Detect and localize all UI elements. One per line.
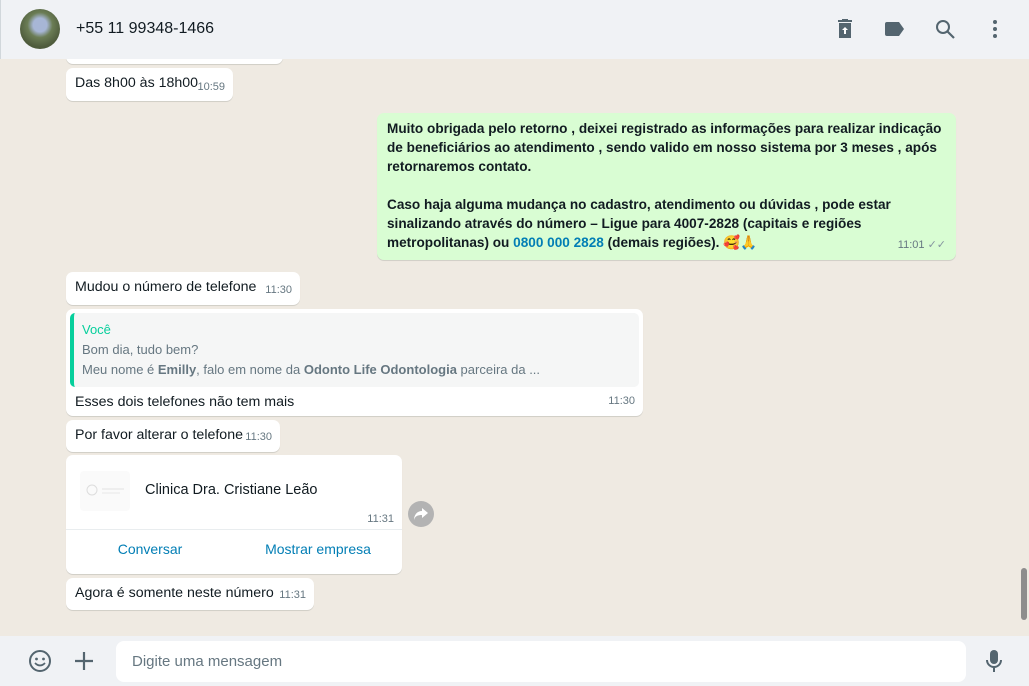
message-bubble: Mudou o número de telefone 11:30 (66, 272, 300, 305)
scrollbar-thumb[interactable] (1021, 568, 1027, 620)
show-business-button[interactable]: Mostrar empresa (234, 540, 402, 559)
message-time: 10:59 (197, 81, 225, 93)
quote-author: Você (82, 322, 111, 337)
reply-message-bubble: Você Bom dia, tudo bem? Meu nome é Emill… (66, 309, 643, 416)
message-time: 11:30 (245, 431, 272, 443)
outgoing-message-bubble: Muito obrigada pelo retorno , deixei reg… (377, 113, 956, 260)
message-list: Das 8h00 às 18h00 10:59 Muito obrigada p… (0, 59, 1020, 636)
message-bubble: Agora é somente neste número 11:31 (66, 578, 314, 610)
delete-upload-icon[interactable] (833, 17, 857, 41)
composer: Digite uma mensagem (0, 636, 1029, 686)
quote-line: Meu nome é Emilly, falo em nome da Odont… (82, 360, 631, 380)
menu-icon[interactable] (983, 17, 1007, 41)
plus-icon[interactable] (72, 649, 96, 673)
contact-card: Clinica Dra. Cristiane Leão 11:31 Conver… (66, 455, 402, 574)
quote-text: , falo em nome da (196, 362, 304, 377)
contact-logo (80, 471, 130, 511)
double-check-icon: ✓✓ (927, 239, 946, 251)
message-time: 11:01 ✓✓ (898, 236, 946, 255)
contact-name[interactable]: +55 11 99348-1466 (76, 20, 214, 38)
avatar[interactable] (20, 9, 60, 49)
contact-card-name[interactable]: Clinica Dra. Cristiane Leão (145, 481, 317, 500)
scrollbar[interactable] (1020, 59, 1029, 636)
time-text: 11:01 (897, 239, 925, 251)
quote-line: Bom dia, tudo bem? (82, 342, 199, 357)
conversar-button[interactable]: Conversar (66, 540, 234, 559)
message-input[interactable]: Digite uma mensagem (116, 641, 966, 682)
message-bubble: Por favor alterar o telefone 11:30 (66, 420, 280, 452)
chat-header: +55 11 99348-1466 (0, 0, 1029, 59)
search-icon[interactable] (933, 17, 957, 41)
quote-text: parceira da ... (456, 362, 541, 377)
emoji-icon[interactable] (28, 649, 52, 673)
message-bubble: Das 8h00 às 18h00 10:59 (66, 68, 233, 101)
quoted-message[interactable]: Você Bom dia, tudo bem? Meu nome é Emill… (70, 313, 639, 387)
quote-text: Meu nome é (82, 362, 158, 377)
message-time: 11:30 (608, 395, 635, 407)
quote-bold: Odonto Life Odontologia (303, 362, 457, 377)
message-time: 11:31 (367, 513, 394, 525)
message-time: 11:31 (279, 589, 306, 601)
message-text: Agora é somente neste número (75, 585, 274, 601)
message-text: Esses dois telefones não tem mais (75, 394, 295, 410)
quote-bold: Emilly (157, 362, 197, 377)
message-paragraph: Muito obrigada pelo retorno , deixei reg… (387, 121, 942, 174)
forward-icon[interactable] (408, 501, 434, 527)
phone-link[interactable]: 0800 000 2828 (513, 235, 604, 250)
message-time: 11:30 (265, 284, 292, 296)
message-bubble-partial (66, 59, 283, 64)
microphone-icon[interactable] (982, 649, 1006, 673)
message-paragraph: (demais regiões). (603, 235, 724, 250)
label-icon[interactable] (883, 17, 907, 41)
emoji: 🥰🙏 (723, 235, 758, 250)
